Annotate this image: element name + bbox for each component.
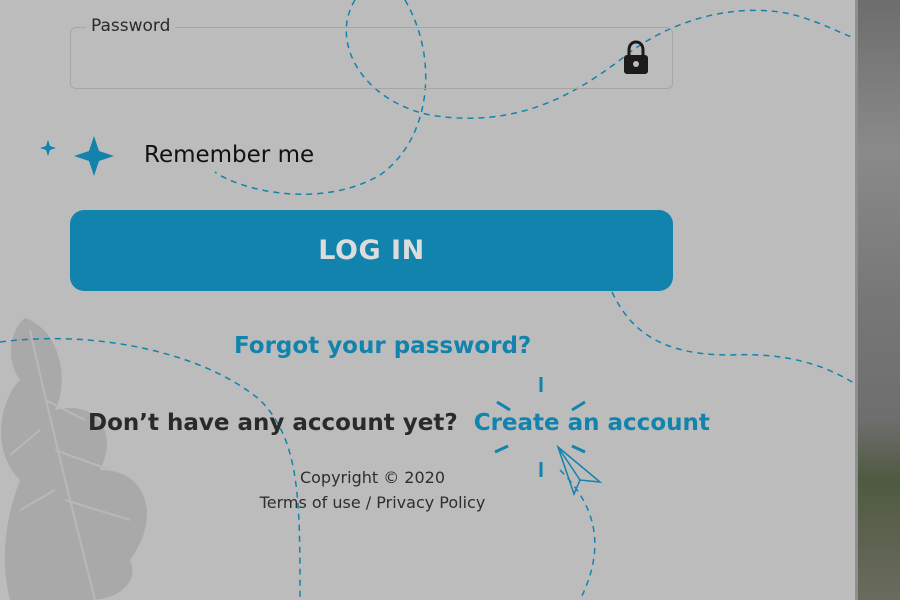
terms-of-use-link[interactable]: Terms of use bbox=[260, 493, 361, 512]
create-account-link[interactable]: Create an account bbox=[474, 410, 710, 436]
leaf-veins bbox=[9, 329, 131, 600]
footer: Copyright © 2020 Terms of use / Privacy … bbox=[200, 465, 545, 515]
remember-me-label[interactable]: Remember me bbox=[144, 142, 314, 168]
paper-plane-icon bbox=[556, 444, 603, 497]
password-label: Password bbox=[86, 16, 176, 36]
password-field[interactable] bbox=[70, 27, 673, 89]
sparkle-checkbox-icon[interactable] bbox=[74, 136, 114, 176]
leaf-illustration bbox=[1, 318, 147, 600]
legal-links: Terms of use / Privacy Policy bbox=[200, 490, 545, 515]
login-page: Password Remember me LOG IN Forgot your … bbox=[0, 0, 900, 600]
copyright-text: Copyright © 2020 bbox=[299, 468, 446, 487]
signup-prompt: Don’t have any account yet? bbox=[88, 410, 458, 436]
lock-icon[interactable] bbox=[621, 40, 651, 76]
small-sparkle-icon bbox=[40, 140, 56, 156]
signup-row: Don’t have any account yet? Create an ac… bbox=[88, 410, 710, 436]
forgot-password-link[interactable]: Forgot your password? bbox=[234, 333, 531, 359]
privacy-policy-link[interactable]: Privacy Policy bbox=[376, 493, 485, 512]
legal-separator: / bbox=[365, 493, 372, 512]
login-button[interactable]: LOG IN bbox=[70, 210, 673, 291]
background-photo-edge bbox=[855, 0, 900, 600]
